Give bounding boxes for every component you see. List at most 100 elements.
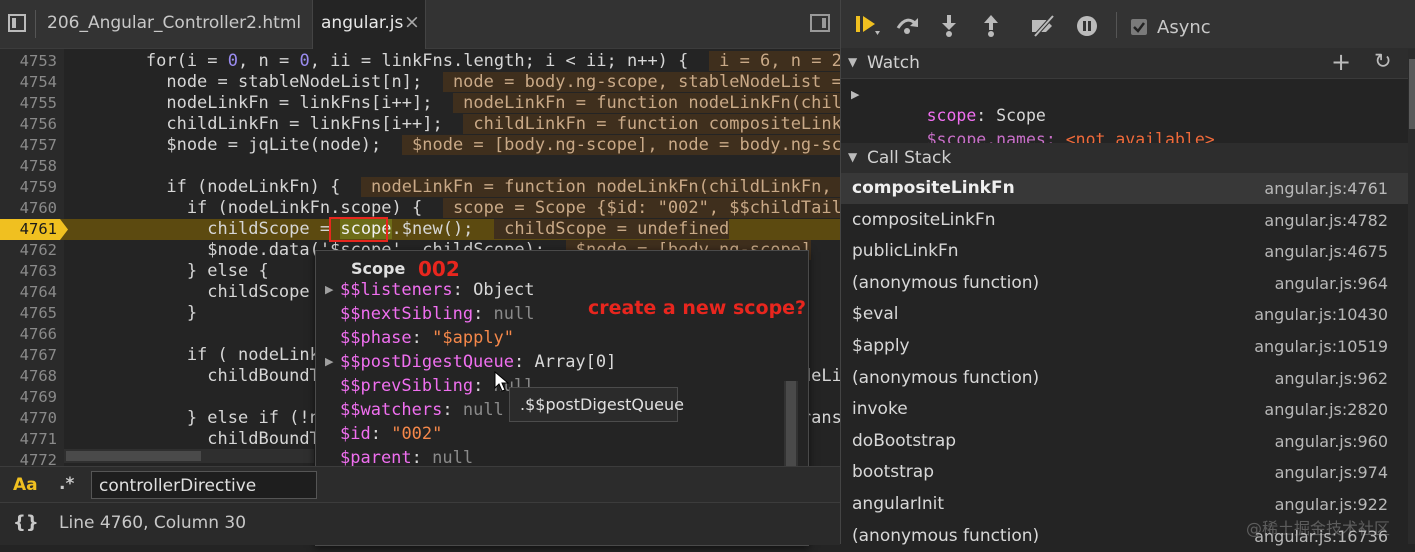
line-number[interactable]: 4764 — [0, 282, 57, 303]
call-frame[interactable]: publicLinkFn angular.js:4675 — [841, 236, 1408, 267]
call-frame[interactable]: $apply angular.js:10519 — [841, 331, 1408, 362]
code-text: nodeLinkFn = linkFns[i++]; — [64, 93, 453, 113]
step-over-icon — [896, 18, 919, 34]
property-value: Object — [473, 280, 535, 300]
deactivate-breakpoints-button[interactable] — [1029, 14, 1059, 38]
step-over-button[interactable] — [895, 14, 921, 36]
inline-value: nodeLinkFn = function nodeLinkFn(childLi… — [360, 177, 840, 197]
watch-item-scope[interactable]: ▶ scope: Scope — [841, 86, 1401, 125]
line-number[interactable]: 4768 — [0, 366, 57, 387]
code-text: childScope = — [64, 219, 341, 239]
call-frame-location[interactable]: angular.js:2820 — [1264, 394, 1388, 425]
scope-property[interactable]: $$listeners: Object — [340, 278, 535, 302]
async-checkbox[interactable] — [1131, 19, 1147, 35]
line-number[interactable]: 4767 — [0, 345, 57, 366]
call-frame-function: doBootstrap — [852, 430, 957, 451]
match-case-toggle[interactable]: Aa — [13, 475, 38, 495]
line-number[interactable]: 4766 — [0, 324, 57, 345]
mouse-cursor-icon — [494, 370, 510, 397]
line-number[interactable]: 4770 — [0, 408, 57, 429]
call-frame[interactable]: invoke angular.js:2820 — [841, 394, 1408, 425]
line-number[interactable]: 4755 — [0, 93, 57, 114]
debugger-sidebar: Async ▼ Watch + ↻ ▶ scope: Scope $scope.… — [840, 0, 1415, 546]
tab-html-file-label: 206_Angular_Controller2.html — [47, 13, 302, 33]
expand-icon[interactable]: ▶ — [325, 278, 333, 302]
call-frame[interactable]: bootstrap angular.js:974 — [841, 457, 1408, 488]
watch-item-scope-names[interactable]: $scope.names: <not available> — [841, 110, 1401, 149]
scope-property[interactable]: $$phase: "$apply" — [340, 326, 514, 350]
call-frame[interactable]: (anonymous function) angular.js:964 — [841, 268, 1408, 299]
call-frame-location[interactable]: angular.js:964 — [1275, 268, 1388, 299]
step-out-button[interactable] — [981, 14, 1001, 38]
line-number[interactable]: 4760 — [0, 198, 57, 219]
code-text: } — [64, 303, 198, 323]
line-number[interactable]: 4756 — [0, 114, 57, 135]
tab-angular-js[interactable]: angular.js × — [312, 0, 426, 49]
search-input-value: controllerDirective — [99, 476, 257, 496]
call-frame[interactable]: (anonymous function) angular.js:962 — [841, 363, 1408, 394]
line-number[interactable]: 4757 — [0, 135, 57, 156]
code-line: childScope = scope.$new(); childScope = … — [64, 219, 840, 240]
line-number[interactable]: 4771 — [0, 429, 57, 450]
line-number[interactable]: 4765 — [0, 303, 57, 324]
regex-toggle[interactable]: .* — [59, 474, 74, 494]
watch-collapse-icon: ▼ — [848, 55, 858, 69]
call-frame-function: (anonymous function) — [852, 525, 1040, 546]
call-frame[interactable]: compositeLinkFn angular.js:4761 — [841, 173, 1408, 204]
call-frame-location[interactable]: angular.js:4675 — [1264, 236, 1388, 267]
call-frame[interactable]: doBootstrap angular.js:960 — [841, 426, 1408, 457]
line-number[interactable]: 4754 — [0, 72, 57, 93]
call-frame[interactable]: compositeLinkFn angular.js:4782 — [841, 205, 1408, 236]
tab-angular-js-label: angular.js — [321, 13, 404, 33]
expand-icon[interactable]: ▶ — [325, 350, 333, 374]
code-line: if (nodeLinkFn.scope) { scope = Scope {$… — [64, 198, 840, 219]
code-text: if (nodeLinkFn.scope) { — [64, 198, 443, 218]
step-into-button[interactable] — [939, 14, 959, 38]
tab-html-file[interactable]: 206_Angular_Controller2.html — [36, 0, 311, 48]
watch-section-header[interactable]: ▼ Watch + ↻ — [841, 48, 1415, 79]
call-stack-section-header[interactable]: ▼ Call Stack — [841, 143, 1415, 174]
line-number[interactable]: 4769 — [0, 387, 57, 408]
pretty-print-button[interactable]: {} — [13, 512, 39, 533]
refresh-watch-icon[interactable]: ↻ — [1374, 49, 1392, 73]
line-number[interactable]: 4753 — [0, 51, 57, 72]
toggle-debugger-icon[interactable] — [810, 14, 830, 32]
property-value: null — [493, 304, 535, 324]
search-input[interactable]: controllerDirective — [91, 471, 317, 499]
property-key: $$watchers — [340, 400, 443, 420]
tab-close-icon[interactable]: × — [404, 11, 420, 33]
scope-property[interactable]: $$nextSibling: null — [340, 302, 535, 326]
code-line: $node = jqLite(node); $node = [body.ng-s… — [64, 135, 840, 156]
property-value: null — [432, 448, 474, 468]
call-frame-function: bootstrap — [852, 462, 934, 483]
sidebar-scrollbar[interactable] — [1408, 49, 1415, 544]
line-number[interactable]: 4759 — [0, 177, 57, 198]
line-number[interactable]: 4762 — [0, 240, 57, 261]
resume-button[interactable] — [855, 14, 881, 36]
line-number[interactable]: 4763 — [0, 261, 57, 282]
editor-horizontal-scrollbar[interactable] — [64, 449, 314, 463]
scope-property[interactable]: $$postDigestQueue: Array[0] — [340, 350, 616, 374]
code-text: , n = — [238, 51, 300, 71]
line-number[interactable]: 4772 — [0, 450, 57, 466]
call-frame-location[interactable]: angular.js:960 — [1275, 426, 1388, 457]
call-frame-location[interactable]: angular.js:10430 — [1254, 299, 1388, 330]
line-number[interactable]: 4758 — [0, 156, 57, 177]
property-tooltip: .$$postDigestQueue — [509, 387, 684, 422]
scope-property[interactable]: $$watchers: null — [340, 398, 504, 422]
call-frame-location[interactable]: angular.js:962 — [1275, 363, 1388, 394]
call-frame[interactable]: $eval angular.js:10430 — [841, 299, 1408, 330]
call-frame-location[interactable]: angular.js:974 — [1275, 457, 1388, 488]
add-watch-icon[interactable]: + — [1331, 48, 1351, 76]
call-frame-location[interactable]: angular.js:4761 — [1264, 173, 1388, 204]
property-separator: : — [370, 424, 392, 444]
code-number: 0 — [299, 51, 310, 71]
code-text: .$new(); — [391, 219, 494, 239]
toggle-navigator-icon[interactable] — [8, 14, 26, 32]
pause-on-exceptions-button[interactable] — [1076, 15, 1100, 39]
call-frame-location[interactable]: angular.js:10519 — [1254, 331, 1388, 362]
call-frame-location[interactable]: angular.js:4782 — [1264, 205, 1388, 236]
line-number[interactable]: 4761 — [0, 219, 57, 240]
scope-property[interactable]: $id: "002" — [340, 422, 442, 446]
